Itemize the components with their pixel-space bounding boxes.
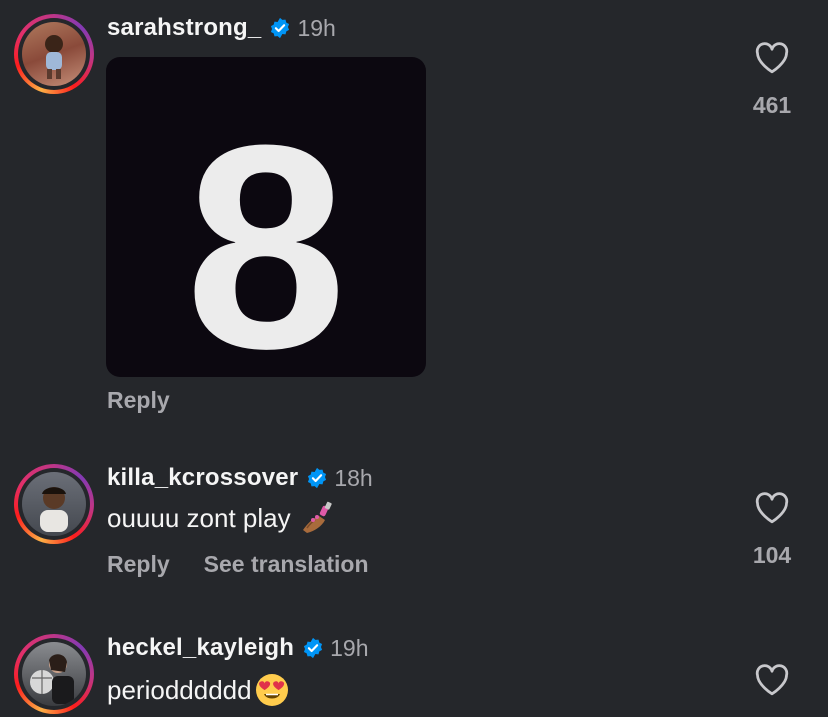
verified-badge-icon: [271, 17, 290, 39]
username[interactable]: sarahstrong_: [107, 14, 261, 42]
comment-text: ouuuu zont play: [107, 502, 291, 533]
timestamp: 19h: [297, 14, 336, 41]
reply-button[interactable]: Reply: [107, 551, 170, 578]
like-count: 461: [752, 92, 792, 118]
image-number-text: 8: [185, 85, 346, 377]
heart-icon[interactable]: [754, 492, 790, 524]
comment-3: heckel_kayleigh 19h periodddddd: [0, 610, 828, 717]
username[interactable]: killa_kcrossover: [107, 464, 298, 492]
username[interactable]: heckel_kayleigh: [107, 634, 294, 662]
timestamp: 19h: [330, 634, 369, 661]
comment-header: killa_kcrossover 18h: [107, 464, 373, 492]
comment-text: periodddddd: [107, 674, 252, 705]
avatar[interactable]: [14, 464, 94, 544]
like-area: 461: [732, 42, 812, 119]
reply-button[interactable]: Reply: [107, 387, 170, 414]
comment-1: sarahstrong_ 19h 8 Reply 461: [0, 0, 828, 440]
comment-header: sarahstrong_ 19h: [107, 14, 336, 42]
heart-icon[interactable]: [754, 42, 790, 74]
verified-badge-icon: [304, 637, 323, 659]
comment-actions: Reply: [107, 387, 170, 414]
like-count: 104: [752, 542, 792, 568]
nail-polish-emoji-icon: [302, 501, 332, 533]
like-area: 104: [732, 492, 812, 569]
comment-image[interactable]: 8: [106, 57, 426, 377]
like-area: [732, 664, 812, 696]
avatar[interactable]: [14, 634, 94, 714]
comment-text-row: periodddddd: [107, 672, 290, 708]
comment-header: heckel_kayleigh 19h: [107, 634, 369, 662]
comment-2: killa_kcrossover 18h ouuuu zont play Rep…: [0, 440, 828, 610]
comment-actions: Reply See translation: [107, 551, 369, 578]
heart-icon[interactable]: [754, 664, 790, 696]
timestamp: 18h: [334, 464, 373, 491]
avatar[interactable]: [14, 14, 94, 94]
see-translation-button[interactable]: See translation: [204, 551, 369, 578]
heart-eyes-emoji-icon: [255, 674, 288, 706]
verified-badge-icon: [308, 467, 327, 489]
comment-text-row: ouuuu zont play: [107, 500, 335, 536]
